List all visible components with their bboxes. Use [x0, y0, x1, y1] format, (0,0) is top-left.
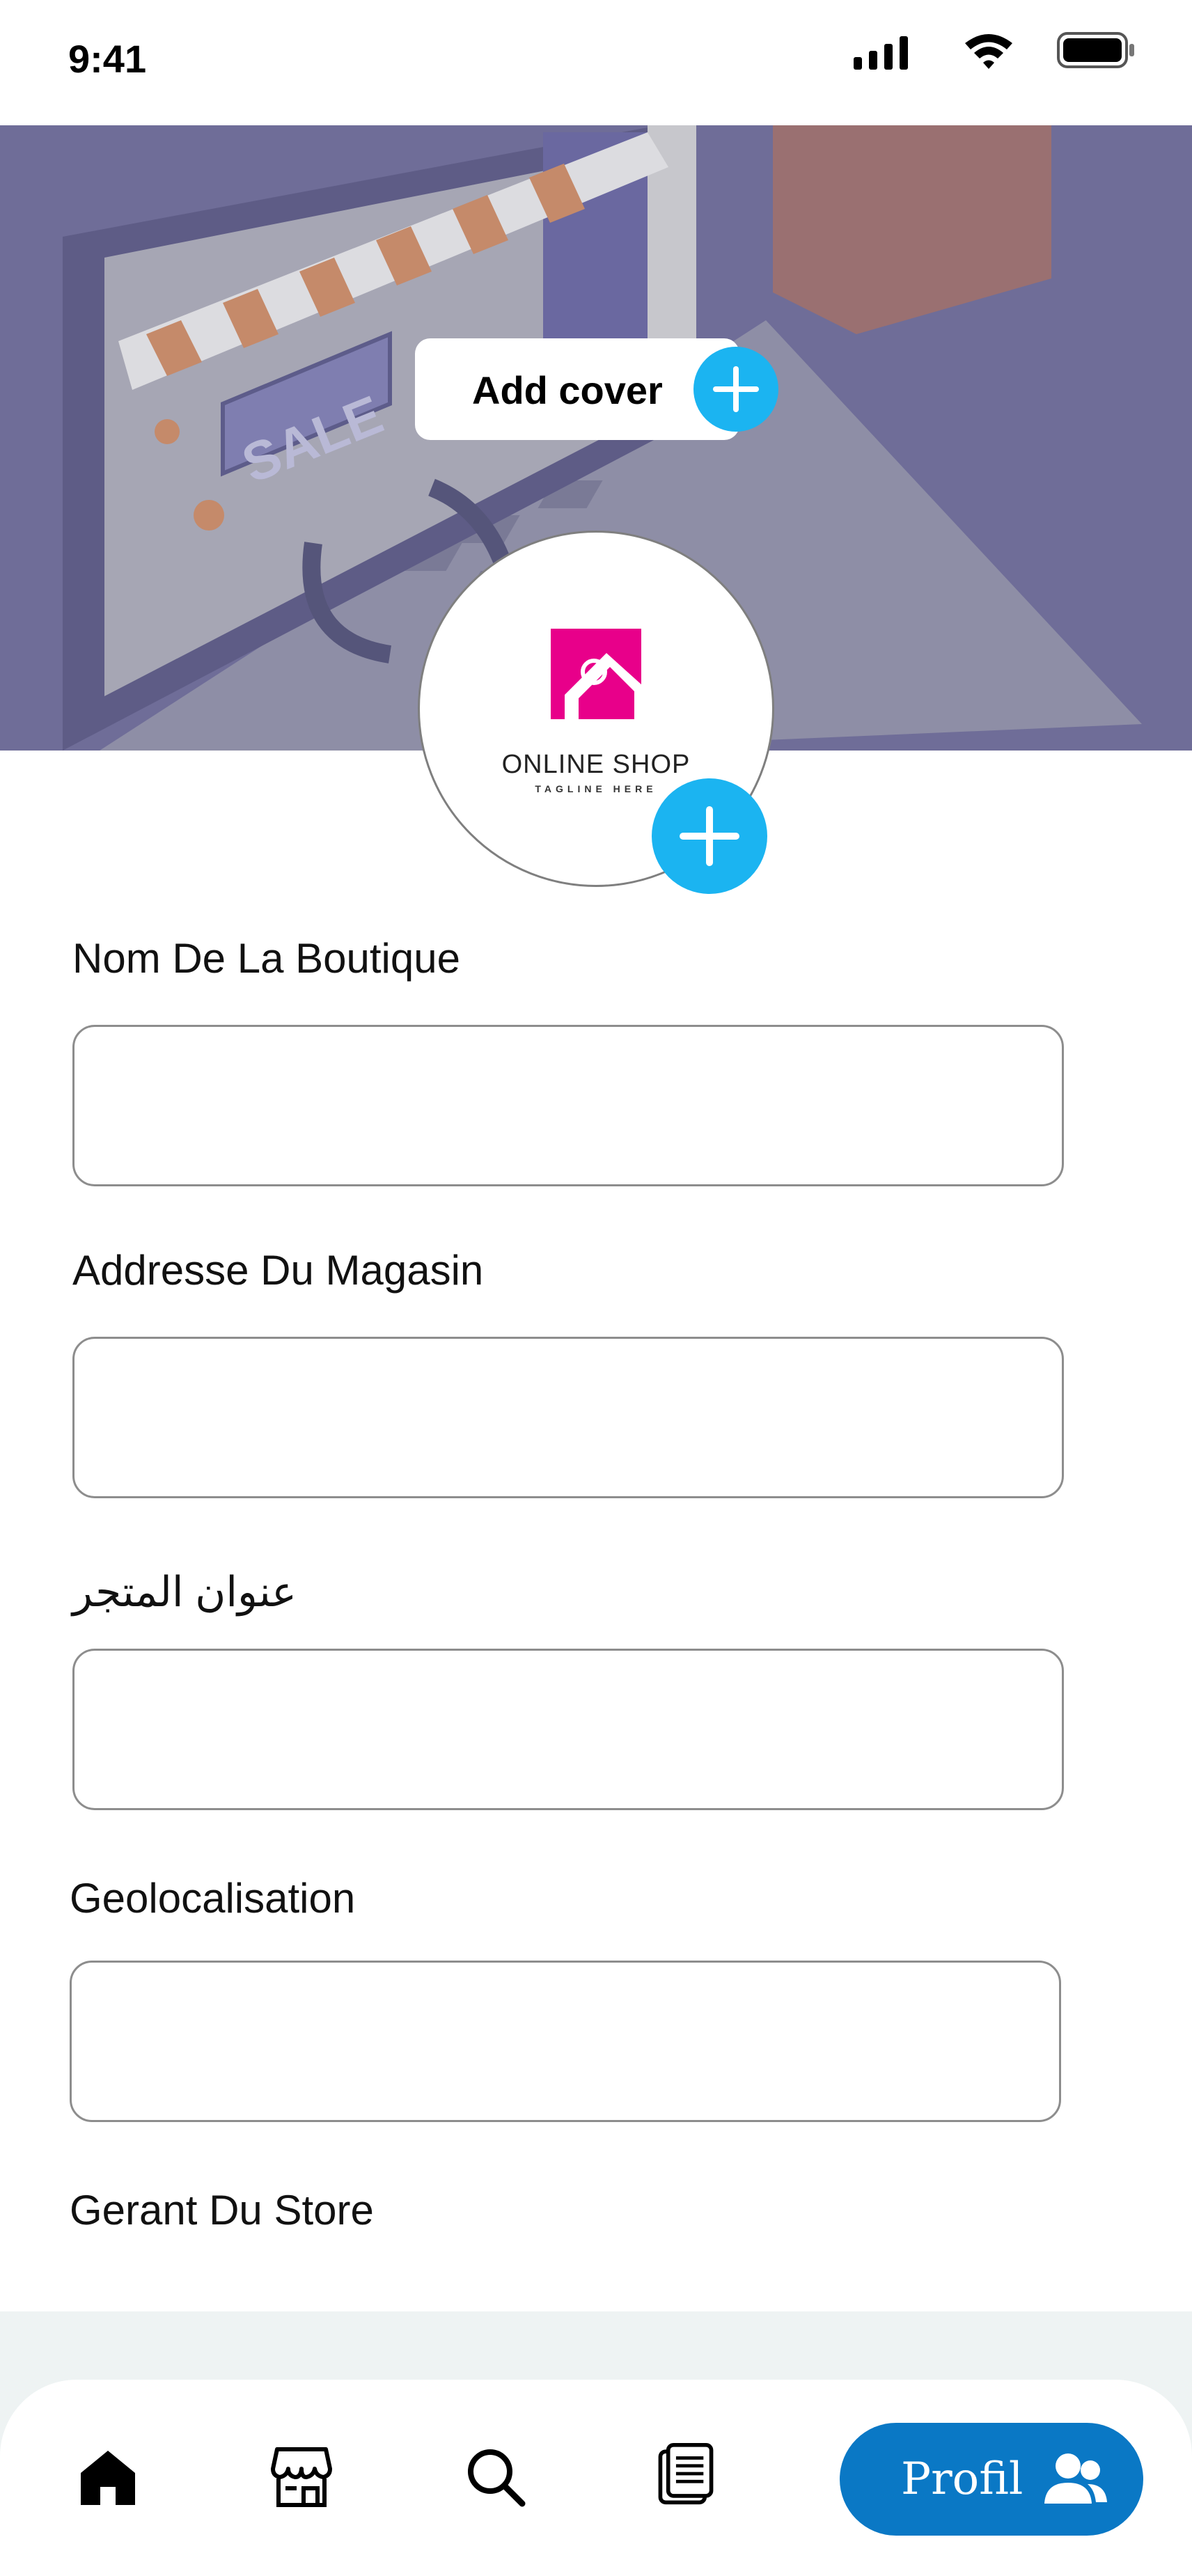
geolocation-label: Geolocalisation	[70, 1875, 356, 1922]
document-icon[interactable]	[654, 2442, 717, 2505]
search-icon[interactable]	[464, 2445, 526, 2508]
users-icon	[1044, 2453, 1107, 2504]
store-address-arabic-input[interactable]	[72, 1649, 1064, 1810]
status-bar: 9:41	[0, 0, 1192, 125]
add-cover-label: Add cover	[472, 368, 663, 412]
status-time: 9:41	[68, 37, 147, 81]
store-manager-label: Gerant Du Store	[70, 2187, 374, 2233]
shop-name-label: Nom De La Boutique	[72, 935, 460, 982]
add-cover-button[interactable]: Add cover	[415, 338, 739, 440]
profile-label: Profil	[901, 2453, 1024, 2505]
store-address-label: Addresse Du Magasin	[72, 1247, 484, 1294]
store-address-input[interactable]	[72, 1337, 1064, 1498]
add-cover-plus-icon[interactable]	[693, 347, 778, 432]
logo-title: ONLINE SHOP	[501, 750, 691, 779]
battery-icon	[1057, 32, 1134, 68]
store-icon[interactable]	[270, 2445, 333, 2508]
shop-profile-screen: 9:41 SALE Add cover ONLINE SHOP TAGLINE …	[0, 0, 1192, 2576]
shop-name-input[interactable]	[72, 1025, 1064, 1186]
add-logo-plus-icon[interactable]	[652, 778, 767, 894]
geolocation-input[interactable]	[70, 1961, 1061, 2122]
home-icon[interactable]	[77, 2445, 139, 2508]
signal-icon	[854, 36, 908, 70]
shopping-bag-logo-icon	[551, 629, 641, 719]
profile-nav-button[interactable]: Profil	[840, 2423, 1143, 2536]
store-address-arabic-label: عنوان المتجر	[72, 1569, 297, 1615]
wifi-icon	[965, 34, 1012, 69]
